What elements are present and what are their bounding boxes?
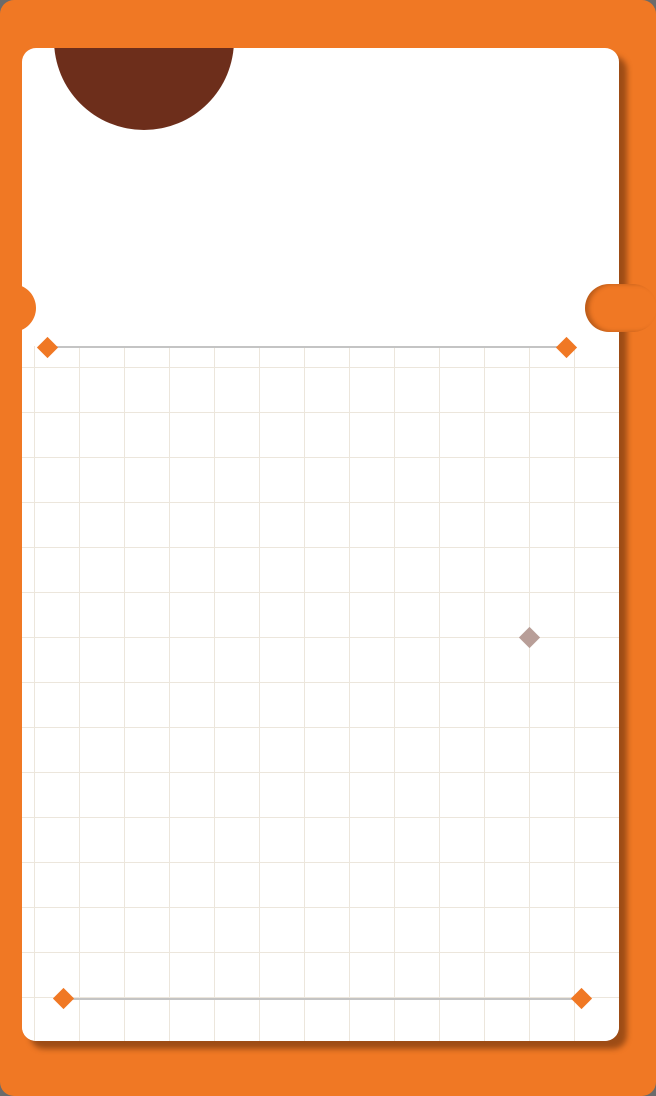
header-circle (54, 48, 234, 130)
graph-paper-area (22, 346, 619, 1041)
ticket-notch-right (585, 284, 656, 332)
ticket-card (22, 48, 619, 1041)
orange-frame (0, 0, 656, 1096)
top-divider-line (48, 346, 566, 348)
bottom-divider-line (63, 998, 581, 1000)
